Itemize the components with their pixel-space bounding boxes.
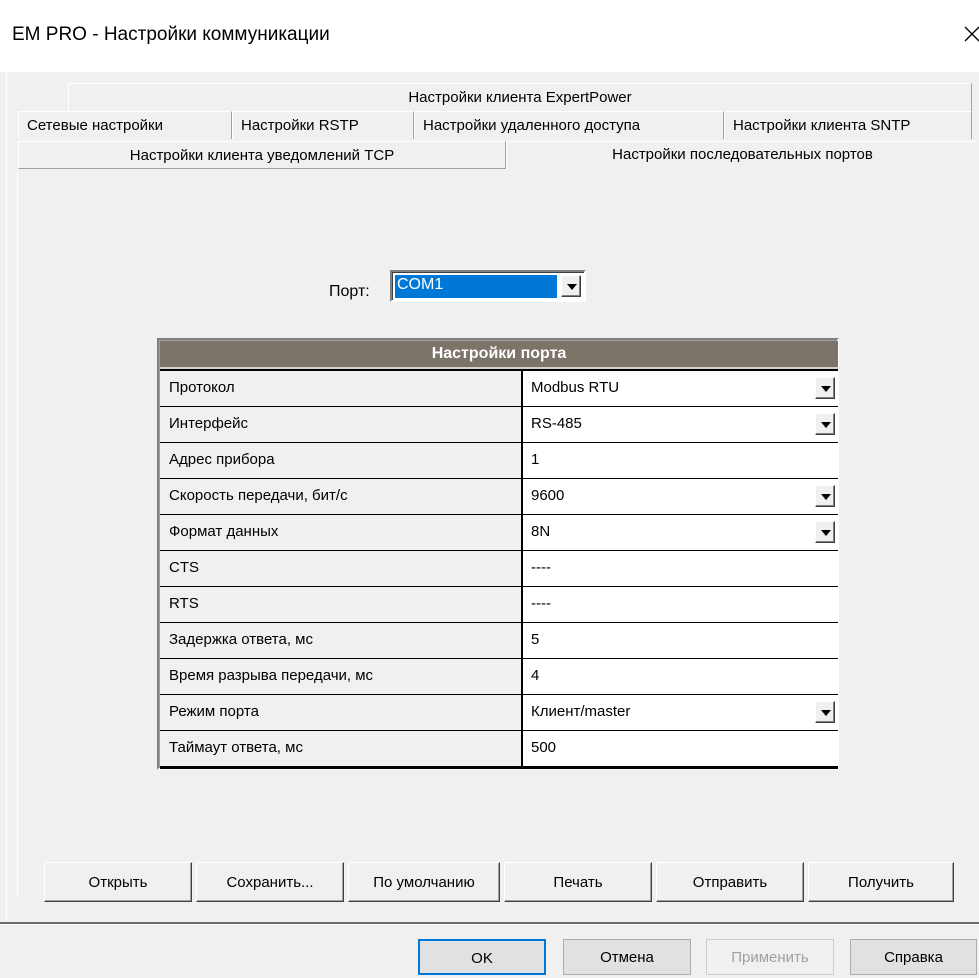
setting-value-cts[interactable]: ----	[523, 551, 838, 586]
title-bar: EM PRO - Настройки коммуникации	[0, 0, 979, 72]
table-row: RTS ----	[160, 587, 838, 623]
setting-value-interface[interactable]: RS-485	[523, 407, 838, 442]
setting-value-text: 8N	[531, 523, 551, 540]
open-button[interactable]: Открыть	[44, 862, 192, 902]
tab-tcp-notification-client[interactable]: Настройки клиента уведомлений TCP	[18, 141, 506, 169]
port-dropdown-button[interactable]	[561, 275, 581, 297]
divider-highlight	[0, 924, 979, 925]
help-button[interactable]: Справка	[850, 939, 977, 975]
table-row: Формат данных 8N	[160, 515, 838, 551]
setting-name: CTS	[160, 551, 521, 586]
setting-name: Задержка ответа, мс	[160, 623, 521, 658]
tab-expertpower-client[interactable]: Настройки клиента ExpertPower	[68, 83, 972, 111]
tab-row-1: Настройки клиента ExpertPower	[68, 83, 972, 111]
table-row: CTS ----	[160, 551, 838, 587]
setting-value-device-address[interactable]: 1	[523, 443, 838, 478]
table-row: Задержка ответа, мс 5	[160, 623, 838, 659]
setting-name: Формат данных	[160, 515, 521, 550]
tab-rstp[interactable]: Настройки RSTP	[232, 111, 414, 139]
setting-name: Протокол	[160, 371, 521, 406]
setting-name: Таймаут ответа, мс	[160, 731, 521, 766]
setting-name: Интерфейс	[160, 407, 521, 442]
tab-sntp-client[interactable]: Настройки клиента SNTP	[724, 111, 972, 139]
table-row: Интерфейс RS-485	[160, 407, 838, 443]
port-select[interactable]: COM1	[390, 270, 586, 302]
setting-value-response-timeout[interactable]: 500	[523, 731, 838, 766]
panel-border	[17, 170, 18, 898]
setting-value-text: Modbus RTU	[531, 379, 620, 396]
defaults-button[interactable]: По умолчанию	[348, 862, 500, 902]
port-settings-grid: Настройки порта Протокол Modbus RTU Инте…	[157, 338, 839, 770]
receive-button[interactable]: Получить	[808, 862, 954, 902]
setting-value-port-mode[interactable]: Клиент/master	[523, 695, 838, 730]
table-row: Скорость передачи, бит/с 9600	[160, 479, 838, 515]
setting-value-text: Клиент/master	[531, 703, 631, 720]
send-button[interactable]: Отправить	[656, 862, 804, 902]
setting-name: RTS	[160, 587, 521, 622]
window-title: EM PRO - Настройки коммуникации	[12, 24, 330, 45]
print-button[interactable]: Печать	[504, 862, 652, 902]
table-row: Адрес прибора 1	[160, 443, 838, 479]
table-row: Протокол Modbus RTU	[160, 371, 838, 407]
table-row: Время разрыва передачи, мс 4	[160, 659, 838, 695]
setting-value-text: 9600	[531, 487, 565, 504]
setting-value-protocol[interactable]: Modbus RTU	[523, 371, 838, 406]
setting-value-break-time[interactable]: 4	[523, 659, 838, 694]
tab-remote-access[interactable]: Настройки удаленного доступа	[414, 111, 724, 139]
tab-row-3: Настройки клиента уведомлений TCP Настро…	[18, 141, 978, 169]
ok-button[interactable]: OK	[418, 939, 546, 975]
setting-value-data-format[interactable]: 8N	[523, 515, 838, 550]
tab-network[interactable]: Сетевые настройки	[18, 111, 232, 139]
setting-value-text: RS-485	[531, 415, 582, 432]
table-row: Таймаут ответа, мс 500	[160, 731, 838, 767]
table-row: Режим порта Клиент/master	[160, 695, 838, 731]
setting-name: Режим порта	[160, 695, 521, 730]
save-button[interactable]: Сохранить...	[196, 862, 344, 902]
chevron-down-icon[interactable]	[815, 413, 835, 435]
tab-row-2: Сетевые настройки Настройки RSTP Настрой…	[18, 111, 978, 139]
grid-header: Настройки порта	[160, 341, 838, 369]
port-select-value: COM1	[395, 275, 557, 298]
chevron-down-icon[interactable]	[815, 377, 835, 399]
chevron-down-icon[interactable]	[815, 521, 835, 543]
setting-value-response-delay[interactable]: 5	[523, 623, 838, 658]
cancel-button[interactable]: Отмена	[563, 939, 691, 975]
setting-name: Время разрыва передачи, мс	[160, 659, 521, 694]
setting-name: Скорость передачи, бит/с	[160, 479, 521, 514]
chevron-down-icon[interactable]	[815, 485, 835, 507]
tab-serial-ports[interactable]: Настройки последовательных портов	[506, 141, 978, 169]
setting-name: Адрес прибора	[160, 443, 521, 478]
apply-button[interactable]: Применить	[706, 939, 834, 975]
port-label: Порт:	[329, 283, 370, 300]
setting-value-rts[interactable]: ----	[523, 587, 838, 622]
grid-body: Настройки порта Протокол Modbus RTU Инте…	[160, 341, 838, 769]
close-icon[interactable]	[959, 20, 979, 44]
setting-value-baud-rate[interactable]: 9600	[523, 479, 838, 514]
chevron-down-icon[interactable]	[815, 701, 835, 723]
